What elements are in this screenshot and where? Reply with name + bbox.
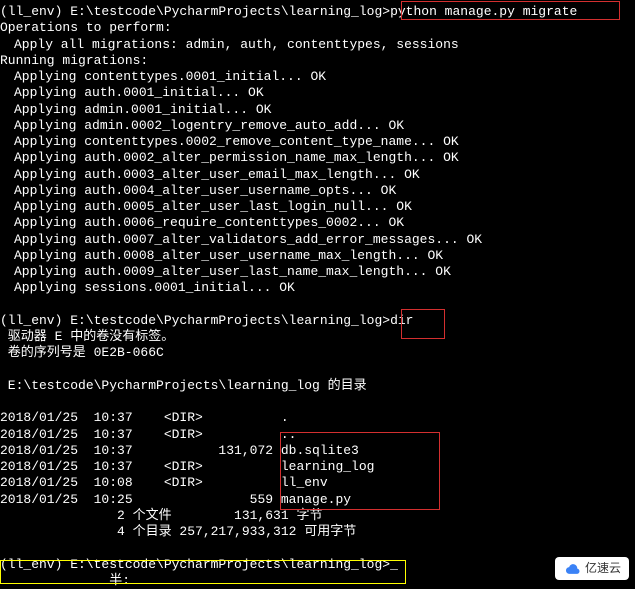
summary-dirs: 4 个目录 257,217,933,312 可用字节 (0, 524, 635, 540)
dir-row: 2018/01/25 10:37 <DIR> . (0, 410, 635, 426)
blank-line (0, 297, 635, 313)
prompt-line-1: (ll_env) E:\testcode\PycharmProjects\lea… (0, 4, 635, 20)
prompt-line-2: (ll_env) E:\testcode\PycharmProjects\lea… (0, 313, 635, 329)
cloud-icon (563, 563, 581, 575)
watermark-text: 亿速云 (585, 561, 621, 576)
migration-row: Applying auth.0007_alter_validators_add_… (0, 232, 635, 248)
migration-row: Applying admin.0001_initial... OK (0, 102, 635, 118)
migration-row: Applying auth.0003_alter_user_email_max_… (0, 167, 635, 183)
volume-serial: 卷的序列号是 0E2B-066C (0, 345, 635, 361)
migration-row: Applying sessions.0001_initial... OK (0, 280, 635, 296)
migration-row: Applying auth.0004_alter_user_username_o… (0, 183, 635, 199)
migration-row: Applying auth.0001_initial... OK (0, 85, 635, 101)
dir-of: E:\testcode\PycharmProjects\learning_log… (0, 378, 635, 394)
prompt-prefix: (ll_env) E:\testcode\PycharmProjects\lea… (0, 557, 390, 572)
command-input[interactable]: dir (390, 313, 413, 328)
command-input[interactable]: python manage.py migrate (390, 4, 577, 19)
prompt-line-3: (ll_env) E:\testcode\PycharmProjects\lea… (0, 557, 635, 573)
migration-row: Applying auth.0008_alter_user_username_m… (0, 248, 635, 264)
dir-row: 2018/01/25 10:25 559 manage.py (0, 492, 635, 508)
migration-row: Applying auth.0005_alter_user_last_login… (0, 199, 635, 215)
running-header: Running migrations: (0, 53, 635, 69)
dir-row: 2018/01/25 10:37 131,072 db.sqlite3 (0, 443, 635, 459)
migration-row: Applying contenttypes.0001_initial... OK (0, 69, 635, 85)
migration-row: Applying auth.0009_alter_user_last_name_… (0, 264, 635, 280)
blank-line (0, 362, 635, 378)
blank-line (0, 394, 635, 410)
watermark-logo: 亿速云 (555, 557, 629, 580)
cursor[interactable]: _ (390, 557, 398, 572)
blank-line (0, 540, 635, 556)
apply-all: Apply all migrations: admin, auth, conte… (0, 37, 635, 53)
drive-label: 驱动器 E 中的卷没有标签。 (0, 329, 635, 345)
dir-row: 2018/01/25 10:37 <DIR> learning_log (0, 459, 635, 475)
prompt-prefix: (ll_env) E:\testcode\PycharmProjects\lea… (0, 4, 390, 19)
tail-line: 半: (0, 573, 635, 589)
dir-row: 2018/01/25 10:08 <DIR> ll_env (0, 475, 635, 491)
ops-header: Operations to perform: (0, 20, 635, 36)
summary-files: 2 个文件 131,631 字节 (0, 508, 635, 524)
dir-row: 2018/01/25 10:37 <DIR> .. (0, 427, 635, 443)
migration-row: Applying auth.0002_alter_permission_name… (0, 150, 635, 166)
migration-row: Applying admin.0002_logentry_remove_auto… (0, 118, 635, 134)
migration-row: Applying contenttypes.0002_remove_conten… (0, 134, 635, 150)
prompt-prefix: (ll_env) E:\testcode\PycharmProjects\lea… (0, 313, 390, 328)
migration-row: Applying auth.0006_require_contenttypes_… (0, 215, 635, 231)
